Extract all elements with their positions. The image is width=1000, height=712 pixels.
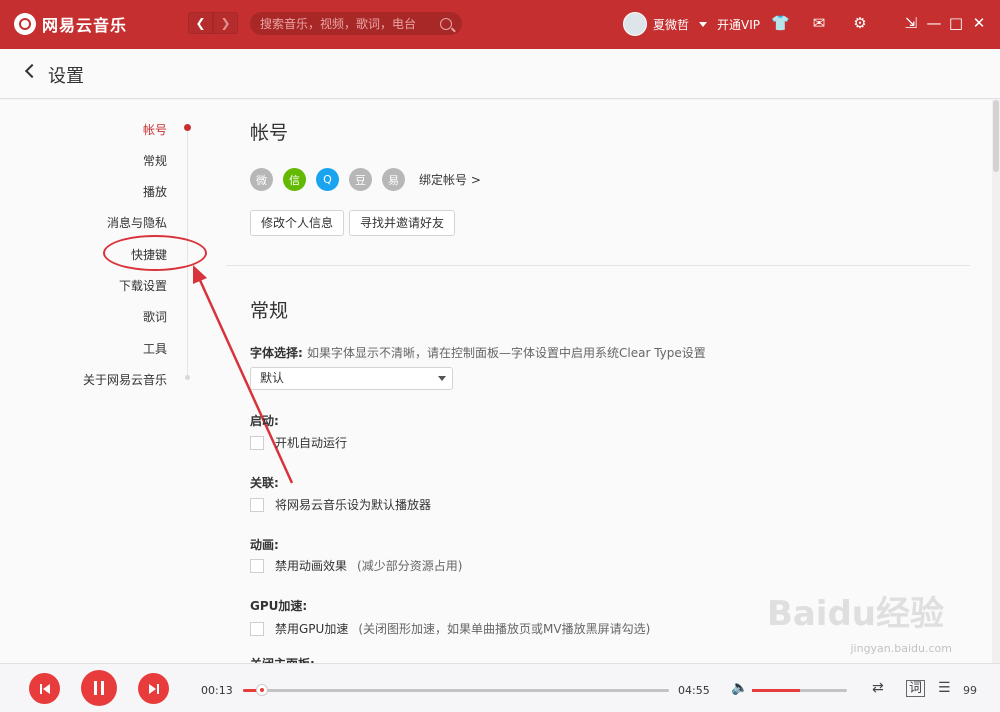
search-icon[interactable] [440, 17, 452, 30]
startup-label: 启动: [250, 414, 279, 428]
gear-icon[interactable]: ⚙ [851, 14, 869, 32]
scrollbar-thumb[interactable] [993, 100, 999, 172]
progress-handle[interactable] [256, 684, 269, 696]
title-bar: 网易云音乐 ❮ ❯ 夏微哲 开通VIP 👕 ✉ ⚙ ⇲ — □ ✕ [0, 0, 1000, 49]
animation-note: (减少部分资源占用) [357, 559, 463, 573]
baidu-watermark: Baidu经验 [766, 594, 944, 634]
animation-label: 动画: [250, 538, 279, 552]
font-select-value: 默认 [260, 371, 285, 385]
netease-icon[interactable]: 易 [382, 168, 405, 191]
pause-button[interactable] [81, 670, 117, 706]
annotation-ellipse [103, 235, 207, 271]
maximize-icon[interactable]: □ [947, 14, 965, 32]
wechat-icon[interactable]: 信 [283, 168, 306, 191]
edit-profile-button[interactable]: 修改个人信息 [250, 210, 345, 236]
playlist-icon[interactable]: ☰ [938, 680, 951, 696]
settings-content: 帐号 常规 播放 消息与隐私 快捷键 下载设置 歌词 工具 关于网易云音乐 帐号… [0, 100, 1000, 663]
skin-icon[interactable]: 👕 [771, 14, 790, 32]
gpu-note: (关闭图形加速，如果单曲播放页或MV播放黑屏请勾选) [358, 622, 651, 636]
active-dot [184, 124, 191, 131]
volume-icon[interactable]: 🔈 [731, 680, 748, 696]
end-dot [185, 375, 190, 380]
animation-option[interactable]: 禁用动画效果 (减少部分资源占用) [250, 557, 462, 574]
user-menu[interactable]: 夏微哲 [623, 12, 708, 36]
sidebar-item-playback[interactable]: 播放 [143, 183, 167, 200]
association-option-label[interactable]: 将网易云音乐设为默认播放器 [275, 496, 431, 513]
pause-icon [94, 681, 104, 695]
startup-option-label[interactable]: 开机自动运行 [275, 434, 347, 451]
font-select[interactable]: 默认 [250, 367, 453, 390]
close-panel-label: 关闭主面板: [250, 655, 315, 663]
app-logo[interactable]: 网易云音乐 [14, 12, 127, 36]
close-icon[interactable]: ✕ [970, 14, 988, 32]
find-friends-button[interactable]: 寻找并邀请好友 [349, 210, 456, 236]
animation-checkbox[interactable] [250, 558, 264, 573]
page-header: 设置 [0, 49, 1000, 99]
chevron-down-icon[interactable] [699, 21, 708, 27]
avatar[interactable] [623, 12, 647, 36]
lyrics-toggle-button[interactable]: 词 [906, 680, 926, 697]
sidebar-item-privacy[interactable]: 消息与隐私 [107, 214, 167, 231]
douban-icon[interactable]: 豆 [349, 168, 372, 191]
minimize-icon[interactable]: — [925, 14, 943, 32]
account-section-title: 帐号 [250, 122, 289, 144]
gpu-label: GPU加速: [250, 599, 308, 613]
font-setting-label: 字体选择: 如果字体显示不清晰，请在控制面板—字体设置中启用系统Clear Ty… [250, 344, 706, 361]
volume-fill [752, 689, 800, 692]
sidebar-item-about[interactable]: 关于网易云音乐 [83, 371, 167, 388]
weibo-icon[interactable]: 微 [250, 168, 273, 191]
qq-icon[interactable]: Q [316, 168, 339, 191]
startup-option[interactable]: 开机自动运行 [250, 434, 347, 451]
username[interactable]: 夏微哲 [653, 16, 689, 33]
skip-next-icon [148, 683, 159, 694]
association-label: 关联: [250, 476, 279, 490]
current-time: 00:13 [201, 684, 233, 697]
font-note: 如果字体显示不清晰，请在控制面板—字体设置中启用系统Clear Type设置 [307, 346, 706, 360]
animation-option-label[interactable]: 禁用动画效果 [275, 557, 347, 574]
back-button[interactable]: ❮ [188, 12, 213, 34]
general-section-title: 常规 [250, 300, 289, 322]
section-divider [226, 265, 970, 266]
share-icons: 微 信 Q 豆 易 绑定帐号 > [250, 168, 481, 191]
history-nav: ❮ ❯ [188, 12, 238, 34]
association-option[interactable]: 将网易云音乐设为默认播放器 [250, 496, 431, 513]
sidebar-item-tools[interactable]: 工具 [143, 340, 167, 357]
forward-button[interactable]: ❯ [213, 12, 238, 34]
scrollbar[interactable] [992, 100, 1000, 663]
sidebar-item-lyrics[interactable]: 歌词 [143, 308, 167, 325]
startup-checkbox[interactable] [250, 435, 264, 450]
app-name: 网易云音乐 [42, 16, 128, 35]
gpu-option[interactable]: 禁用GPU加速 (关闭图形加速，如果单曲播放页或MV播放黑屏请勾选) [250, 620, 650, 637]
mini-mode-icon[interactable]: ⇲ [902, 14, 920, 32]
netease-music-logo-icon [14, 13, 36, 35]
dropdown-arrow-icon [438, 376, 446, 381]
page-title: 设置 [48, 66, 84, 87]
sidebar-item-account[interactable]: 帐号 [143, 121, 167, 138]
search-input[interactable] [260, 16, 440, 31]
player-bar: 00:13 04:55 🔈 ⇄ 词 ☰ 99 [0, 663, 1000, 712]
chevron-left-icon[interactable] [24, 63, 40, 79]
next-track-button[interactable] [138, 673, 169, 704]
gpu-checkbox[interactable] [250, 621, 264, 636]
progress-bar[interactable] [243, 684, 669, 696]
play-mode-icon[interactable]: ⇄ [872, 680, 884, 696]
playlist-count: 99 [963, 684, 977, 697]
total-time: 04:55 [678, 684, 710, 697]
watermark-url: jingyan.baidu.com [850, 642, 952, 655]
bind-account-link[interactable]: 绑定帐号 > [419, 171, 481, 188]
association-checkbox[interactable] [250, 497, 264, 512]
skip-previous-icon [39, 683, 50, 694]
mail-icon[interactable]: ✉ [810, 14, 828, 32]
vip-link[interactable]: 开通VIP [717, 16, 760, 33]
gpu-option-label[interactable]: 禁用GPU加速 [275, 620, 348, 637]
previous-track-button[interactable] [29, 673, 60, 704]
sidebar-item-general[interactable]: 常规 [143, 152, 167, 169]
font-label: 字体选择: [250, 346, 303, 360]
sidebar-item-download[interactable]: 下载设置 [119, 277, 167, 294]
volume-slider[interactable] [752, 689, 847, 692]
search-box[interactable] [250, 12, 462, 35]
